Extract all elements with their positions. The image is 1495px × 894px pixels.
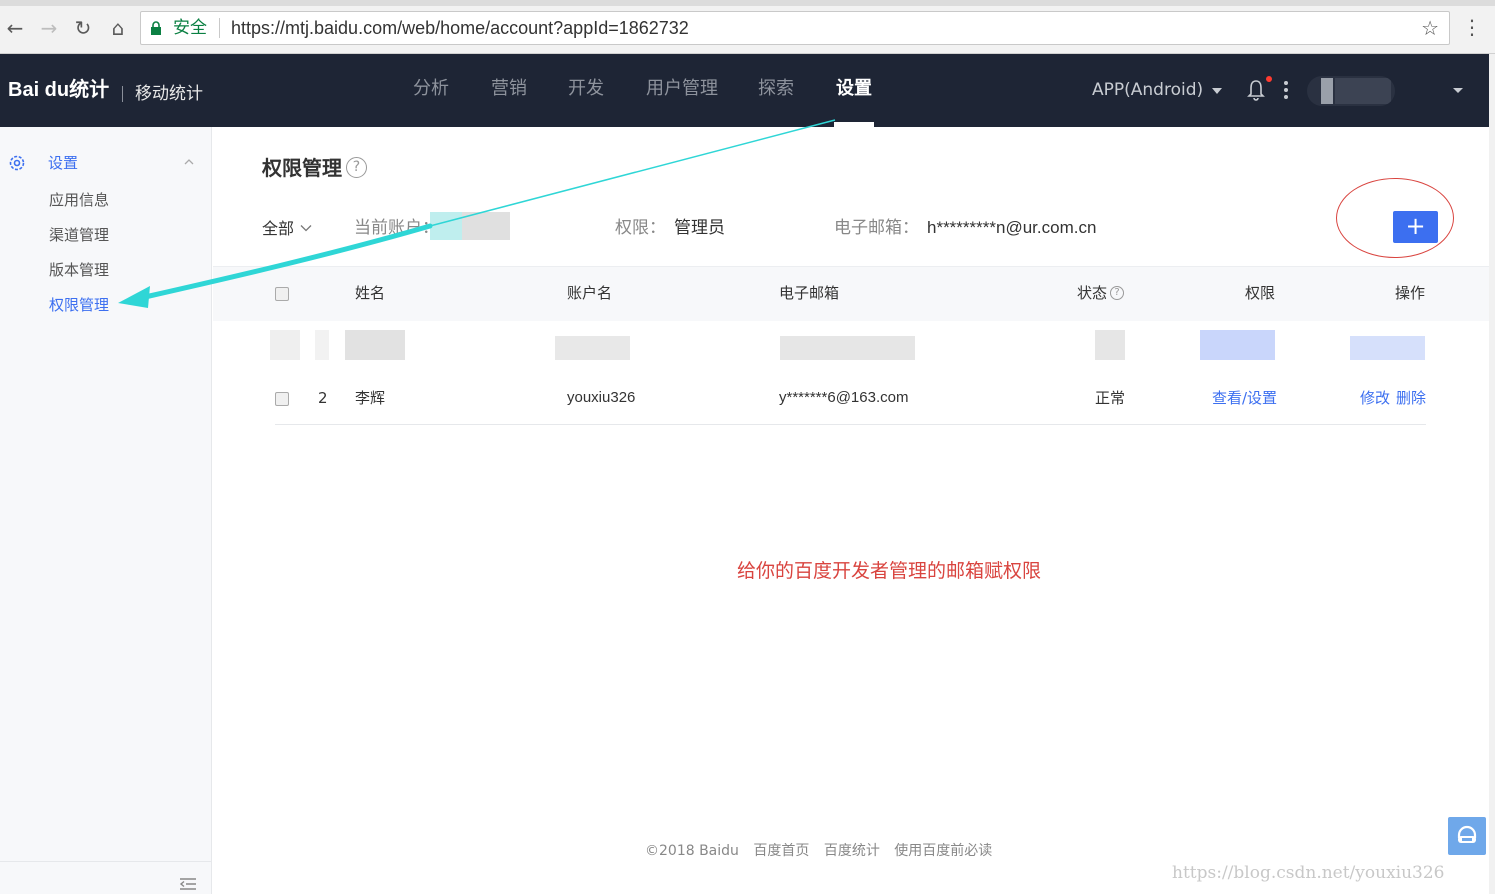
more-vertical-icon[interactable] xyxy=(1282,78,1290,102)
column-account: 账户名 xyxy=(567,284,613,302)
column-email: 电子邮箱 xyxy=(779,284,840,302)
footer: ©2018 Baidu 百度首页 百度统计 使用百度前必读 xyxy=(645,841,1002,861)
row-edit-link[interactable]: 修改 xyxy=(1360,388,1390,408)
help-icon[interactable]: ? xyxy=(346,157,367,178)
footer-copyright: ©2018 Baidu xyxy=(645,843,739,859)
annotation-text: 给你的百度开发者管理的邮箱赋权限 xyxy=(737,560,1042,582)
row-account: youxiu326 xyxy=(567,389,636,406)
row-permission-link[interactable]: 查看/设置 xyxy=(1212,388,1277,408)
user-avatar[interactable] xyxy=(1307,76,1395,106)
nav-marketing[interactable]: 营销 xyxy=(491,76,527,102)
sidebar-divider xyxy=(0,861,212,862)
email-label: 电子邮箱： xyxy=(834,218,919,238)
annotation-arrow xyxy=(118,119,836,308)
nav-analysis[interactable]: 分析 xyxy=(413,76,449,102)
nav-explore[interactable]: 探索 xyxy=(758,76,794,102)
active-nav-indicator xyxy=(834,122,874,127)
bookmark-star-icon[interactable]: ☆ xyxy=(1421,16,1439,40)
row-email: y*******6@163.com xyxy=(779,389,909,406)
app-header: Bai du统计 移动统计 分析 营销 开发 用户管理 探索 设置 APP(An… xyxy=(0,54,1489,127)
row-divider xyxy=(275,424,1426,425)
row-name: 李辉 xyxy=(355,389,386,407)
sidebar-item-version[interactable]: 版本管理 xyxy=(49,260,109,280)
feedback-button[interactable] xyxy=(1448,817,1486,855)
user-menu-caret-icon[interactable] xyxy=(1453,88,1463,93)
footer-link-baidu-home[interactable]: 百度首页 xyxy=(753,843,809,859)
row-status: 正常 xyxy=(1095,389,1126,407)
column-actions: 操作 xyxy=(1395,284,1426,302)
nav-development[interactable]: 开发 xyxy=(568,76,604,102)
column-permission: 权限 xyxy=(1245,284,1276,302)
sidebar-group-settings[interactable]: 设置 xyxy=(48,153,78,173)
add-user-button[interactable]: + xyxy=(1393,211,1438,243)
filter-dropdown[interactable]: 全部 xyxy=(262,218,294,240)
current-account-value xyxy=(430,212,510,240)
watermark-text: https://blog.csdn.net/youxiu326 xyxy=(1172,863,1445,883)
bell-icon[interactable] xyxy=(1246,78,1266,102)
footer-link-baidu-tongji[interactable]: 百度统计 xyxy=(824,843,880,859)
sidebar-item-permissions[interactable]: 权限管理 xyxy=(49,295,109,315)
current-account-label: 当前账户： xyxy=(354,218,439,238)
scrollbar[interactable] xyxy=(1489,54,1495,894)
lock-icon xyxy=(151,21,161,35)
chevron-down-icon[interactable] xyxy=(300,224,312,232)
page-title: 权限管理 xyxy=(262,156,342,180)
tab-strip xyxy=(0,0,1495,6)
column-name: 姓名 xyxy=(355,284,386,302)
reload-icon[interactable]: ↻ xyxy=(70,15,96,41)
browser-toolbar: ← → ↻ ⌂ 安全 https://mtj.baidu.com/web/hom… xyxy=(0,0,1495,54)
home-icon[interactable]: ⌂ xyxy=(105,15,131,41)
baidu-logo[interactable]: Bai du统计 xyxy=(8,76,109,104)
sidebar-item-channel[interactable]: 渠道管理 xyxy=(49,225,109,245)
headset-icon xyxy=(1457,825,1477,843)
chevron-up-icon[interactable] xyxy=(184,157,194,167)
select-all-checkbox[interactable] xyxy=(275,287,289,301)
app-selector-caret-icon[interactable] xyxy=(1212,88,1222,94)
email-value: h*********n@ur.com.cn xyxy=(927,218,1097,237)
address-bar[interactable]: 安全 https://mtj.baidu.com/web/home/accoun… xyxy=(140,11,1450,45)
notification-dot xyxy=(1266,76,1272,82)
row-delete-link[interactable]: 删除 xyxy=(1396,388,1426,408)
table-header xyxy=(213,266,1489,321)
product-name[interactable]: 移动统计 xyxy=(135,82,203,106)
secure-label: 安全 xyxy=(173,18,207,38)
permission-value: 管理员 xyxy=(674,218,725,238)
nav-user-management[interactable]: 用户管理 xyxy=(646,76,718,102)
permission-label: 权限： xyxy=(615,218,666,238)
back-icon[interactable]: ← xyxy=(2,15,28,41)
app-selector[interactable]: APP(Android) xyxy=(1092,78,1203,102)
row-index: 2 xyxy=(318,389,328,407)
sidebar: 设置 应用信息 渠道管理 版本管理 权限管理 xyxy=(0,127,212,894)
browser-menu-icon[interactable]: ⋮ xyxy=(1462,16,1482,40)
gear-icon xyxy=(9,155,25,171)
row-checkbox[interactable] xyxy=(275,392,289,406)
nav-settings[interactable]: 设置 xyxy=(836,76,872,102)
footer-link-terms[interactable]: 使用百度前必读 xyxy=(894,843,992,859)
column-status: 状态 xyxy=(1077,284,1108,302)
status-help-icon[interactable]: ? xyxy=(1110,286,1124,300)
sidebar-item-app-info[interactable]: 应用信息 xyxy=(49,190,109,210)
logo-divider xyxy=(122,86,123,102)
url-text[interactable]: https://mtj.baidu.com/web/home/account?a… xyxy=(231,17,689,39)
address-separator xyxy=(219,18,220,38)
forward-icon[interactable]: → xyxy=(36,15,62,41)
collapse-sidebar-icon[interactable] xyxy=(178,877,198,891)
